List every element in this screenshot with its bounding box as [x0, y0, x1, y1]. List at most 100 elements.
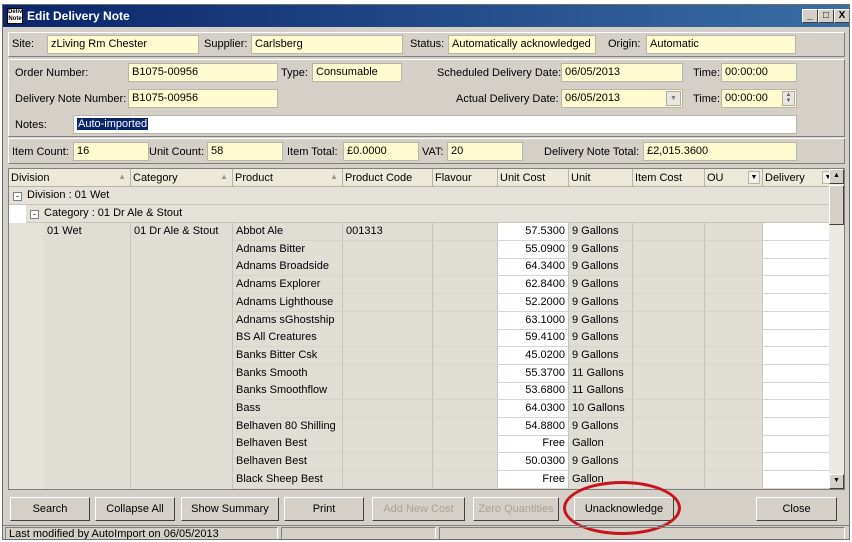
- cell-unit-cost[interactable]: Free: [498, 435, 569, 454]
- cell-ou[interactable]: [705, 382, 763, 401]
- column-header-product[interactable]: Product ▲: [233, 169, 343, 187]
- cell-cat[interactable]: [131, 329, 233, 348]
- cell-unit[interactable]: Gallon: [569, 435, 633, 454]
- cell-item-cost[interactable]: [633, 364, 705, 383]
- cell-flavour[interactable]: [433, 417, 498, 436]
- division-group-row[interactable]: - Division : 01 Wet: [9, 187, 831, 205]
- collapse-all-button[interactable]: Collapse All: [95, 497, 175, 521]
- cell-ou[interactable]: [705, 346, 763, 365]
- notes-field[interactable]: Auto-imported: [73, 115, 797, 134]
- cell-unit-cost[interactable]: 64.3400: [498, 258, 569, 277]
- cell-cat[interactable]: [131, 382, 233, 401]
- cell-delivery[interactable]: [763, 417, 831, 436]
- cell-item-cost[interactable]: [633, 346, 705, 365]
- cell-flavour[interactable]: [433, 346, 498, 365]
- table-row[interactable]: Adnams Bitter 55.0900 9 Gallons: [44, 240, 831, 259]
- cell-unit[interactable]: 9 Gallons: [569, 346, 633, 365]
- cell-cat[interactable]: 01 Dr Ale & Stout: [131, 223, 233, 241]
- cell-delivery[interactable]: [763, 346, 831, 365]
- cell-unit-cost[interactable]: 62.8400: [498, 276, 569, 295]
- table-row[interactable]: 01 Wet 01 Dr Ale & Stout Abbot Ale 001313 57…: [44, 223, 831, 241]
- cell-cat[interactable]: [131, 258, 233, 277]
- scheduled-date-field[interactable]: 06/05/2013: [561, 63, 683, 82]
- delivery-lines-grid[interactable]: Division ▲ Category ▲ Product ▲ Product Cod…: [8, 168, 845, 490]
- cell-flavour[interactable]: [433, 435, 498, 454]
- cell-unit[interactable]: 9 Gallons: [569, 293, 633, 312]
- cell-item-cost[interactable]: [633, 240, 705, 259]
- cell-code[interactable]: [343, 258, 433, 277]
- cell-div[interactable]: [44, 258, 131, 277]
- table-row[interactable]: Adnams sGhostship 63.1000 9 Gallons: [44, 311, 831, 330]
- cell-delivery[interactable]: [763, 435, 831, 454]
- cell-unit-cost[interactable]: 57.5300: [498, 223, 569, 241]
- cell-product[interactable]: Belhaven 80 Shilling: [233, 417, 343, 436]
- table-row[interactable]: Bass 64.0300 10 Gallons: [44, 400, 831, 418]
- cell-ou[interactable]: [705, 223, 763, 241]
- scroll-down-icon[interactable]: ▼: [829, 474, 844, 489]
- cell-product[interactable]: Bass: [233, 400, 343, 418]
- cell-flavour[interactable]: [433, 276, 498, 295]
- cell-flavour[interactable]: [433, 470, 498, 489]
- cell-product[interactable]: Belhaven Best: [233, 435, 343, 454]
- cell-div[interactable]: [44, 364, 131, 383]
- cell-div[interactable]: [44, 240, 131, 259]
- cell-code[interactable]: [343, 329, 433, 348]
- actual-date-field[interactable]: 06/05/2013 ▼: [561, 89, 683, 108]
- cell-div[interactable]: [44, 346, 131, 365]
- maximize-button[interactable]: □: [818, 9, 834, 23]
- cell-flavour[interactable]: [433, 258, 498, 277]
- cell-delivery[interactable]: [763, 311, 831, 330]
- minimize-button[interactable]: _: [802, 9, 818, 23]
- table-row[interactable]: BS All Creatures 59.4100 9 Gallons: [44, 329, 831, 348]
- column-header-unit[interactable]: Unit: [569, 169, 633, 187]
- column-header-unit-cost[interactable]: Unit Cost: [498, 169, 569, 187]
- cell-flavour[interactable]: [433, 293, 498, 312]
- cell-ou[interactable]: [705, 258, 763, 277]
- search-button[interactable]: Search: [10, 497, 90, 521]
- scroll-thumb[interactable]: [829, 185, 844, 225]
- cell-ou[interactable]: [705, 364, 763, 383]
- table-row[interactable]: Adnams Broadside 64.3400 9 Gallons: [44, 258, 831, 277]
- cell-item-cost[interactable]: [633, 329, 705, 348]
- cell-ou[interactable]: [705, 470, 763, 489]
- cell-product[interactable]: Banks Smoothflow: [233, 382, 343, 401]
- cell-item-cost[interactable]: [633, 311, 705, 330]
- cell-item-cost[interactable]: [633, 417, 705, 436]
- table-row[interactable]: Belhaven 80 Shilling 54.8800 9 Gallons: [44, 417, 831, 436]
- unit-count-field[interactable]: 58: [207, 142, 283, 161]
- cell-unit-cost[interactable]: Free: [498, 470, 569, 489]
- cell-product[interactable]: Black Sheep Best: [233, 470, 343, 489]
- cell-ou[interactable]: [705, 276, 763, 295]
- cell-product[interactable]: Belhaven Best: [233, 453, 343, 472]
- cell-code[interactable]: [343, 276, 433, 295]
- cell-cat[interactable]: [131, 400, 233, 418]
- cell-cat[interactable]: [131, 293, 233, 312]
- cell-delivery[interactable]: [763, 400, 831, 418]
- cell-cat[interactable]: [131, 435, 233, 454]
- cell-product[interactable]: Adnams sGhostship: [233, 311, 343, 330]
- cell-flavour[interactable]: [433, 311, 498, 330]
- show-summary-button[interactable]: Show Summary: [181, 497, 279, 521]
- date-dropdown-icon[interactable]: ▼: [666, 91, 681, 106]
- cell-ou[interactable]: [705, 453, 763, 472]
- cell-cat[interactable]: [131, 470, 233, 489]
- cell-delivery[interactable]: [763, 453, 831, 472]
- table-row[interactable]: Adnams Lighthouse 52.2000 9 Gallons: [44, 293, 831, 312]
- cell-product[interactable]: Adnams Broadside: [233, 258, 343, 277]
- actual-time-field[interactable]: 00:00:00 ▲ ▼: [721, 89, 797, 108]
- cell-unit-cost[interactable]: 52.2000: [498, 293, 569, 312]
- cell-div[interactable]: [44, 311, 131, 330]
- origin-field[interactable]: Automatic: [646, 35, 796, 54]
- cell-unit-cost[interactable]: 63.1000: [498, 311, 569, 330]
- column-header-product-code[interactable]: Product Code: [343, 169, 433, 187]
- cell-unit-cost[interactable]: 55.3700: [498, 364, 569, 383]
- collapse-icon[interactable]: -: [13, 192, 22, 201]
- cell-product[interactable]: BS All Creatures: [233, 329, 343, 348]
- cell-item-cost[interactable]: [633, 293, 705, 312]
- cell-code[interactable]: [343, 364, 433, 383]
- cell-cat[interactable]: [131, 453, 233, 472]
- cell-item-cost[interactable]: [633, 276, 705, 295]
- supplier-field[interactable]: Carlsberg: [251, 35, 403, 54]
- cell-delivery[interactable]: [763, 223, 831, 241]
- cell-code[interactable]: [343, 346, 433, 365]
